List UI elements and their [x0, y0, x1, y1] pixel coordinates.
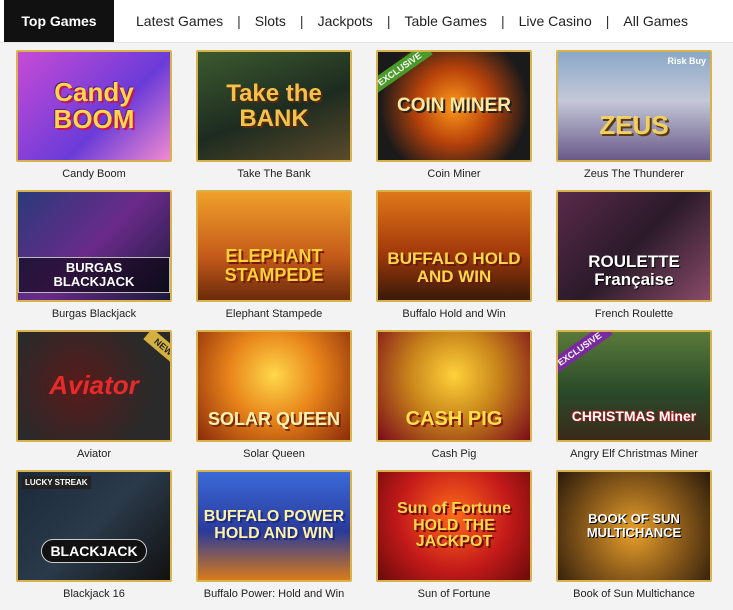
tab-table-games[interactable]: Table Games	[404, 0, 486, 42]
game-thumbnail[interactable]: EXCLUSIVE CHRISTMAS Miner	[556, 330, 712, 442]
games-grid: Candy BOOM Candy Boom Take the BANK Take…	[16, 50, 712, 610]
game-art-title: BURGAS BLACKJACK	[18, 257, 170, 293]
game-title[interactable]: Candy Boom	[16, 168, 172, 180]
game-card-sun-of-fortune[interactable]: Sun of Fortune HOLD THE JACKPOT Sun of F…	[376, 470, 532, 610]
game-art-title: Sun of Fortune HOLD THE JACKPOT	[397, 499, 511, 551]
tab-jackpots[interactable]: Jackpots	[318, 0, 373, 42]
game-thumbnail[interactable]: Sun of Fortune HOLD THE JACKPOT	[376, 470, 532, 582]
game-thumbnail[interactable]: BUFFALO POWER HOLD AND WIN	[196, 470, 352, 582]
game-art-title: BLACKJACK	[41, 538, 147, 564]
game-title[interactable]: Coin Miner	[376, 168, 532, 180]
game-art-title: CASH PIG	[405, 407, 503, 430]
game-art-title: CHRISTMAS Miner	[571, 407, 697, 424]
exclusive-badge: EXCLUSIVE	[558, 332, 613, 376]
game-title[interactable]: Aviator	[16, 448, 172, 460]
game-card-burgas-blackjack[interactable]: BURGAS BLACKJACK Burgas Blackjack	[16, 190, 172, 330]
game-card-zeus[interactable]: Risk Buy ZEUS Zeus The Thunderer	[556, 50, 712, 190]
game-art-title: BUFFALO HOLD AND WIN	[387, 249, 521, 286]
category-nav: Top Games Latest Games | Slots | Jackpot…	[0, 0, 733, 43]
game-card-buffalo-power[interactable]: BUFFALO POWER HOLD AND WIN Buffalo Power…	[196, 470, 352, 610]
game-thumbnail[interactable]: LUCKY STREAK BLACKJACK	[16, 470, 172, 582]
game-card-take-the-bank[interactable]: Take the BANK Take The Bank	[196, 50, 352, 190]
new-badge: NEW	[143, 332, 170, 366]
tab-separator: |	[500, 13, 505, 29]
game-card-solar-queen[interactable]: SOLAR QUEEN Solar Queen	[196, 330, 352, 470]
game-title[interactable]: Buffalo Hold and Win	[376, 308, 532, 320]
game-card-buffalo-hold-and-win[interactable]: BUFFALO HOLD AND WIN Buffalo Hold and Wi…	[376, 190, 532, 330]
tab-separator: |	[237, 13, 241, 29]
game-thumbnail[interactable]: ELEPHANT STAMPEDE	[196, 190, 352, 302]
game-title[interactable]: Elephant Stampede	[196, 308, 352, 320]
game-title[interactable]: Book of Sun Multichance	[556, 588, 712, 600]
game-art-title: Take the BANK	[226, 79, 322, 132]
game-thumbnail[interactable]: BURGAS BLACKJACK	[16, 190, 172, 302]
game-title[interactable]: Solar Queen	[196, 448, 352, 460]
game-thumbnail[interactable]: CASH PIG	[376, 330, 532, 442]
game-art-title: BOOK OF SUN MULTICHANCE	[586, 511, 682, 540]
game-title[interactable]: Burgas Blackjack	[16, 308, 172, 320]
game-thumbnail[interactable]: BUFFALO HOLD AND WIN	[376, 190, 532, 302]
game-title[interactable]: Buffalo Power: Hold and Win	[196, 588, 352, 600]
game-art-title: ROULETTE Française	[588, 252, 680, 289]
lucky-streak-badge: LUCKY STREAK	[22, 476, 91, 489]
tab-slots[interactable]: Slots	[255, 0, 286, 42]
game-art-title: COIN MINER	[397, 95, 511, 117]
game-card-cash-pig[interactable]: CASH PIG Cash Pig	[376, 330, 532, 470]
game-card-aviator[interactable]: NEW Aviator Aviator	[16, 330, 172, 470]
game-title[interactable]: Sun of Fortune	[376, 588, 532, 600]
game-title[interactable]: Take The Bank	[196, 168, 352, 180]
tab-separator: |	[386, 13, 391, 29]
game-title[interactable]: Zeus The Thunderer	[556, 168, 712, 180]
game-art-title: ZEUS	[599, 110, 669, 141]
tab-latest-games[interactable]: Latest Games	[136, 0, 223, 42]
game-art-title: SOLAR QUEEN	[207, 408, 340, 429]
game-art-title: Candy BOOM	[53, 76, 135, 134]
tab-all-games[interactable]: All Games	[623, 0, 688, 42]
game-card-blackjack-16[interactable]: LUCKY STREAK BLACKJACK Blackjack 16	[16, 470, 172, 610]
game-thumbnail[interactable]: BOOK OF SUN MULTICHANCE	[556, 470, 712, 582]
game-thumbnail[interactable]: Risk Buy ZEUS	[556, 50, 712, 162]
game-art-title: BUFFALO POWER HOLD AND WIN	[203, 508, 345, 542]
tab-live-casino[interactable]: Live Casino	[519, 0, 592, 42]
game-title[interactable]: Angry Elf Christmas Miner	[556, 448, 712, 460]
game-thumbnail[interactable]: NEW Aviator	[16, 330, 172, 442]
game-title[interactable]: French Roulette	[556, 308, 712, 320]
tab-top-games[interactable]: Top Games	[4, 0, 114, 42]
game-title[interactable]: Blackjack 16	[16, 588, 172, 600]
game-card-french-roulette[interactable]: ROULETTE Française French Roulette	[556, 190, 712, 330]
risk-buy-badge: Risk Buy	[667, 56, 706, 66]
game-title[interactable]: Cash Pig	[376, 448, 532, 460]
game-art-title: Aviator	[49, 370, 139, 401]
tab-separator: |	[299, 13, 304, 29]
tab-separator: |	[605, 13, 610, 29]
game-thumbnail[interactable]: ROULETTE Française	[556, 190, 712, 302]
game-card-angry-elf[interactable]: EXCLUSIVE CHRISTMAS Miner Angry Elf Chri…	[556, 330, 712, 470]
game-thumbnail[interactable]: SOLAR QUEEN	[196, 330, 352, 442]
game-thumbnail[interactable]: Candy BOOM	[16, 50, 172, 162]
game-card-candy-boom[interactable]: Candy BOOM Candy Boom	[16, 50, 172, 190]
game-thumbnail[interactable]: Take the BANK	[196, 50, 352, 162]
game-thumbnail[interactable]: EXCLUSIVE COIN MINER	[376, 50, 532, 162]
game-card-elephant-stampede[interactable]: ELEPHANT STAMPEDE Elephant Stampede	[196, 190, 352, 330]
game-card-coin-miner[interactable]: EXCLUSIVE COIN MINER Coin Miner	[376, 50, 532, 190]
exclusive-badge: EXCLUSIVE	[378, 52, 433, 96]
game-card-book-of-sun[interactable]: BOOK OF SUN MULTICHANCE Book of Sun Mult…	[556, 470, 712, 610]
game-art-title: ELEPHANT STAMPEDE	[224, 246, 324, 285]
